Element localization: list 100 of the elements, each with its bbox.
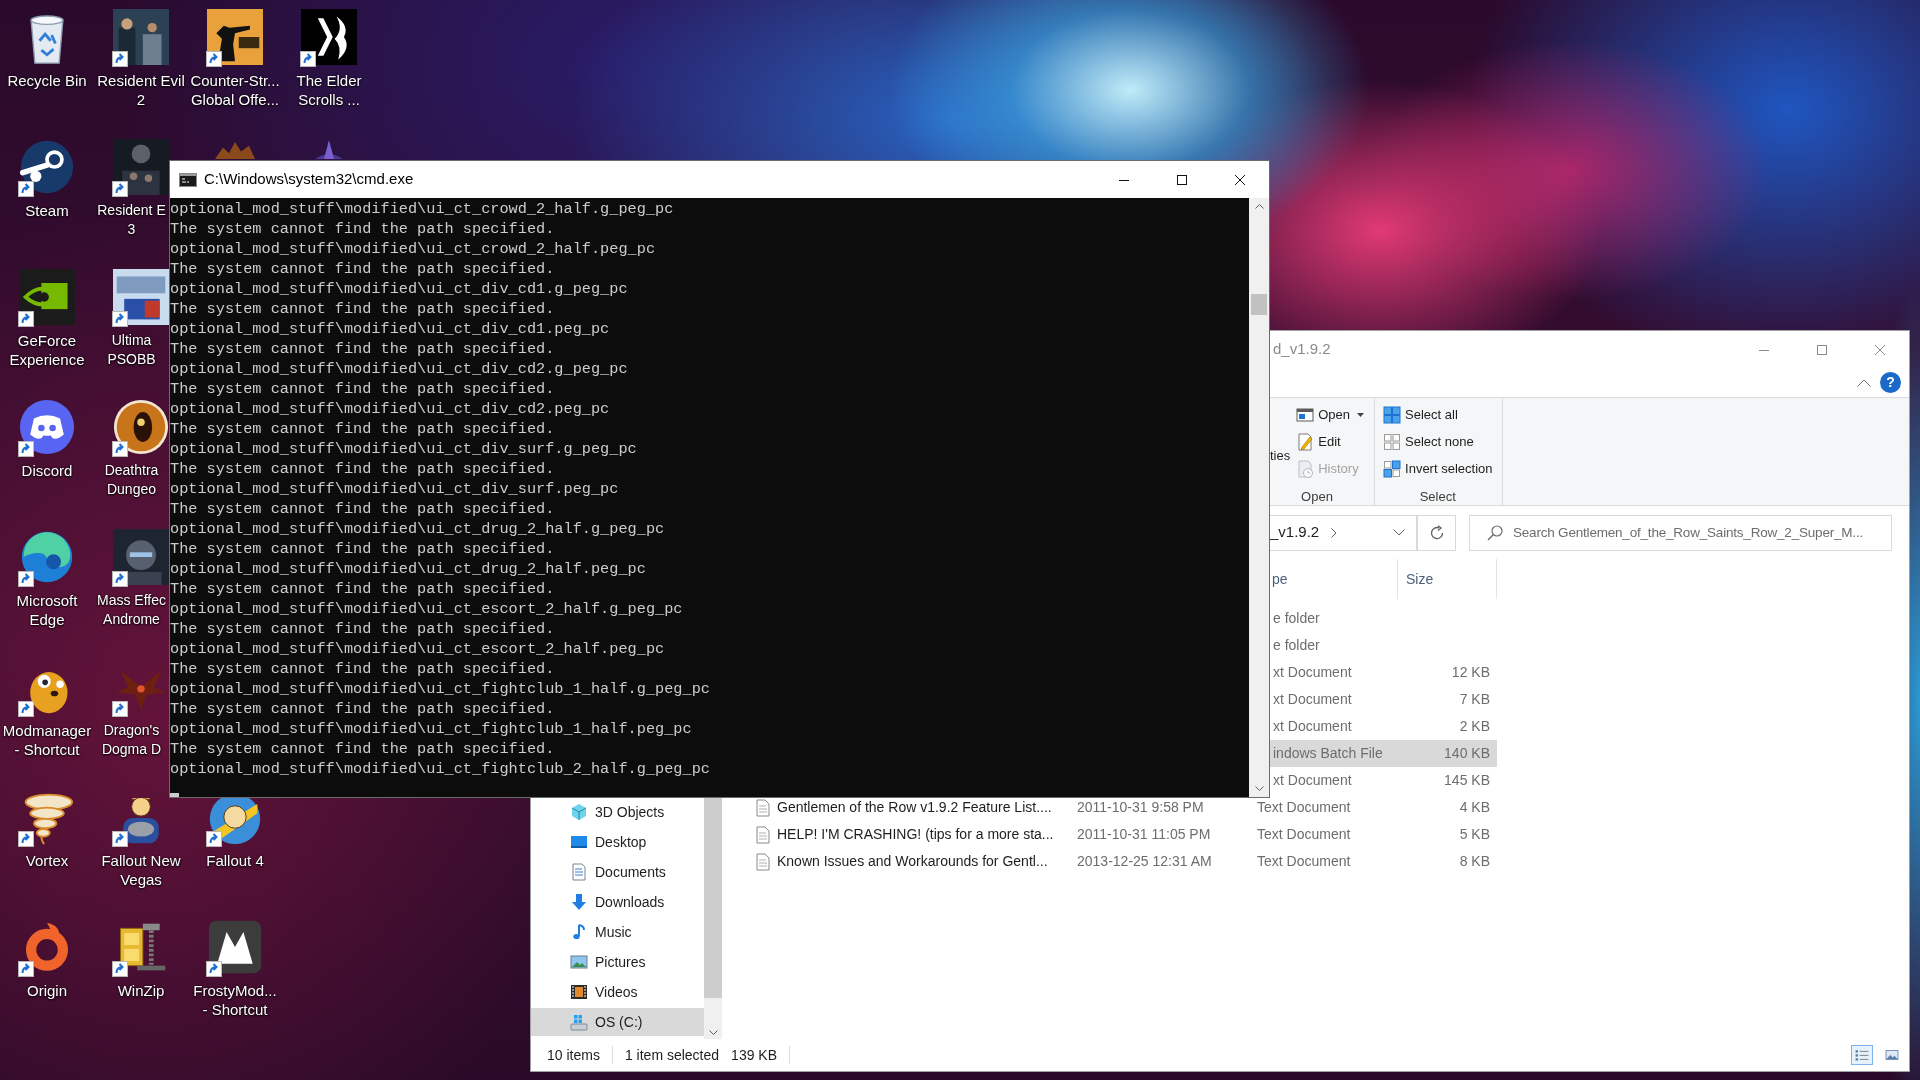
scrollbar-track[interactable] bbox=[1249, 198, 1269, 797]
steam-logo-icon bbox=[19, 139, 75, 195]
console-line: optional_mod_stuff\modified\ui_ct_escort_2_half.g_peg_pc bbox=[170, 599, 683, 619]
search-field[interactable]: Search Gentlemen_of_the_Row_Saints_Row_2_Super_M... bbox=[1469, 514, 1892, 551]
console-line: The system cannot find the path specified. bbox=[170, 619, 555, 639]
nav-item[interactable]: Pictures bbox=[531, 948, 704, 976]
scrollbar-thumb[interactable] bbox=[704, 798, 722, 998]
chevron-right-icon[interactable] bbox=[1331, 527, 1338, 538]
column-header[interactable]: pe bbox=[1272, 568, 1288, 590]
console-line: optional_mod_stuff\modified\ui_ct_crowd_2_half.g_peg_pc bbox=[170, 199, 674, 219]
nav-item[interactable]: Music bbox=[531, 918, 704, 946]
console-line: The system cannot find the path specified. bbox=[170, 499, 555, 519]
app-shortcut[interactable]: WinZip bbox=[94, 919, 188, 1000]
console-icon bbox=[179, 172, 197, 187]
ribbon-command[interactable]: Select all bbox=[1383, 401, 1493, 428]
file-type: Text Document bbox=[1257, 826, 1351, 842]
window-title: C:\Windows\system32\cmd.exe bbox=[204, 169, 414, 190]
empty-grid-icon bbox=[1383, 432, 1402, 451]
clock-page-icon bbox=[1296, 459, 1315, 478]
file-type: xt Document bbox=[1273, 772, 1352, 788]
scrollbar-thumb[interactable] bbox=[1251, 294, 1267, 315]
app-shortcut[interactable]: Ultima PSOBB bbox=[94, 269, 169, 369]
file-size: 4 KB bbox=[1459, 799, 1490, 815]
refresh-icon bbox=[1428, 524, 1445, 541]
ribbon-command[interactable]: ties bbox=[1270, 446, 1291, 466]
console-line: The system cannot find the path specified. bbox=[170, 539, 555, 559]
selection-info: 1 item selected bbox=[624, 1045, 720, 1065]
app-shortcut[interactable]: Fallout New Vegas bbox=[94, 798, 188, 889]
chevron-up-icon[interactable] bbox=[1857, 378, 1871, 387]
file-size: 5 KB bbox=[1459, 826, 1490, 842]
game-cover-icon bbox=[113, 529, 169, 585]
console-line: The system cannot find the path specified. bbox=[170, 379, 555, 399]
details-view-icon[interactable] bbox=[1851, 1045, 1873, 1065]
file-name[interactable]: Gentlemen of the Row v1.9.2 Feature List.... bbox=[777, 797, 1052, 818]
file-size: 7 KB bbox=[1459, 691, 1490, 707]
column-header[interactable]: Size bbox=[1406, 568, 1434, 590]
app-shortcut[interactable]: Deathtra Dungeo bbox=[94, 399, 169, 499]
text-file-icon bbox=[756, 852, 770, 871]
app-shortcut[interactable]: GeForce Experience bbox=[0, 269, 94, 369]
maximize-icon[interactable] bbox=[1177, 174, 1187, 185]
file-size: 140 KB bbox=[1444, 745, 1490, 761]
search-icon bbox=[1487, 524, 1503, 541]
scroll-down-icon[interactable] bbox=[708, 1030, 718, 1035]
file-name[interactable]: HELP! I'M CRASHING! (tips for a more sta... bbox=[777, 824, 1054, 845]
film-icon bbox=[570, 983, 588, 1001]
app-shortcut[interactable]: Origin bbox=[0, 919, 94, 1000]
nav-item[interactable]: Documents bbox=[531, 858, 704, 886]
app-shortcut[interactable]: Recycle Bin bbox=[0, 9, 94, 90]
nav-item[interactable]: Desktop bbox=[531, 828, 704, 856]
ribbon-command[interactable]: Invert selection bbox=[1383, 455, 1493, 482]
nav-item[interactable]: Videos bbox=[531, 978, 704, 1006]
ribbon-command[interactable]: Select none bbox=[1383, 428, 1493, 455]
screen-icon bbox=[570, 833, 588, 851]
file-size: 12 KB bbox=[1451, 664, 1490, 680]
app-shortcut[interactable]: Mass Effec Androme bbox=[94, 529, 169, 629]
music-note-icon bbox=[570, 923, 588, 941]
console-line: optional_mod_stuff\modified\ui_ct_fightclub_2_half.g_peg_pc bbox=[170, 759, 710, 779]
app-shortcut[interactable]: Steam bbox=[0, 139, 94, 220]
console-line: optional_mod_stuff\modified\ui_ct_div_cd1.g_peg_pc bbox=[170, 279, 628, 299]
console-line: optional_mod_stuff\modified\ui_ct_crowd_2_half.peg_pc bbox=[170, 239, 656, 259]
app-shortcut[interactable]: FrostyMod... - Shortcut bbox=[188, 919, 282, 1019]
dragon-emblem-icon bbox=[301, 9, 357, 65]
scrollbar-track[interactable] bbox=[704, 798, 722, 1039]
console-line: optional_mod_stuff\modified\ui_ct_div_cd2.peg_pc bbox=[170, 399, 610, 419]
file-date: 2011-10-31 11:05 PM bbox=[1077, 826, 1211, 842]
ribbon-command[interactable]: Open bbox=[1296, 401, 1365, 428]
app-shortcut[interactable]: Counter-Str... Global Offe... bbox=[188, 9, 282, 109]
app-shortcut[interactable]: The Elder Scrolls ... bbox=[282, 9, 376, 109]
ribbon-command[interactable]: Edit bbox=[1296, 428, 1365, 455]
app-shortcut[interactable]: Resident E 3 bbox=[94, 139, 169, 239]
chevron-down-icon[interactable] bbox=[1393, 529, 1405, 536]
app-shortcut[interactable]: Discord bbox=[0, 399, 94, 480]
nav-item[interactable]: 3D Objects bbox=[531, 798, 704, 826]
help-button[interactable]: ? bbox=[1880, 372, 1901, 393]
game-cover-icon bbox=[113, 269, 169, 325]
text-file-icon bbox=[756, 798, 770, 817]
close-icon[interactable] bbox=[1235, 174, 1245, 185]
file-name[interactable]: Known Issues and Workarounds for Gentl... bbox=[777, 851, 1048, 872]
selection-size: 139 KB bbox=[731, 1045, 778, 1065]
app-shortcut[interactable]: Dragon's Dogma D bbox=[94, 659, 169, 759]
app-shortcut[interactable]: Modmanager - Shortcut bbox=[0, 659, 94, 759]
file-size: 8 KB bbox=[1459, 853, 1490, 869]
file-type: xt Document bbox=[1273, 691, 1352, 707]
nav-item[interactable]: OS (C:) bbox=[531, 1008, 704, 1036]
skull-disc-icon bbox=[113, 399, 169, 455]
console-line: The system cannot find the path specified. bbox=[170, 219, 555, 239]
app-shortcut[interactable]: Microsoft Edge bbox=[0, 529, 94, 629]
file-row[interactable]: indows Batch File 140 KB bbox=[1270, 740, 1497, 767]
console-line: optional_mod_stuff\modified\ui_ct_fightclub_1_half.g_peg_pc bbox=[170, 679, 710, 699]
refresh-button[interactable] bbox=[1417, 514, 1456, 551]
console-line: optional_mod_stuff\modified\ui_ct_div_cd1.peg_pc bbox=[170, 319, 610, 339]
file-type: e folder bbox=[1273, 610, 1320, 626]
cube-icon bbox=[570, 803, 588, 821]
file-type: xt Document bbox=[1273, 664, 1352, 680]
app-shortcut[interactable]: Vortex bbox=[0, 789, 94, 870]
app-shortcut[interactable]: Resident Evil 2 bbox=[94, 9, 188, 109]
nav-item[interactable]: Downloads bbox=[531, 888, 704, 916]
scroll-down-icon[interactable] bbox=[1254, 786, 1264, 791]
scroll-up-icon[interactable] bbox=[1254, 204, 1264, 209]
window-title: d_v1.9.2 bbox=[1273, 339, 1331, 360]
